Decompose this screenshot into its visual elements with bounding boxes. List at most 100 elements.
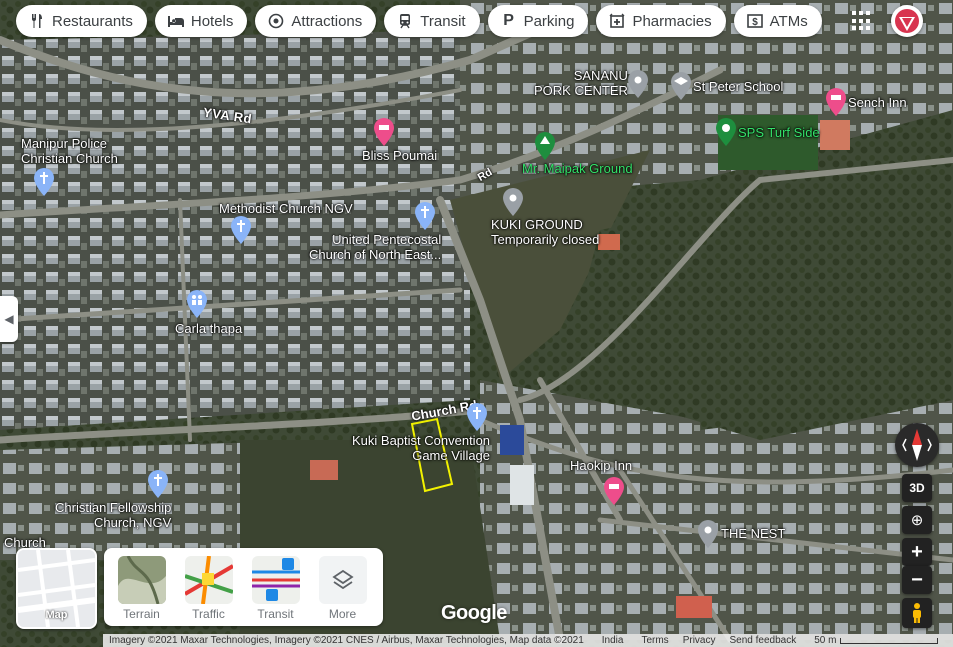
chip-restaurants[interactable]: Restaurants <box>16 5 147 37</box>
layer-transit[interactable]: Transit <box>242 548 309 626</box>
layer-more[interactable]: More <box>309 548 376 626</box>
place-label-christian-fellowship[interactable]: Christian Fellowship Church, NGV <box>55 500 171 530</box>
map-type-toggle[interactable]: Map <box>16 548 97 629</box>
label-line: Christian Church <box>21 151 118 166</box>
place-label-upc[interactable]: United Pentecostal Church of North East.… <box>309 232 441 262</box>
label-line: United Pentecostal <box>332 232 442 247</box>
label-line: Church of North East... <box>309 247 442 262</box>
street-view-pegman[interactable] <box>902 598 932 628</box>
fork-knife-icon <box>28 12 46 30</box>
label-line: Kuki Baptist Convention <box>352 433 491 448</box>
google-logo: Google <box>441 602 507 624</box>
chip-label: Parking <box>523 12 575 30</box>
place-label-bliss-poumai[interactable]: Bliss Poumai <box>362 148 437 163</box>
place-pin[interactable] <box>628 70 648 98</box>
scale-bar <box>840 637 939 644</box>
transit-icon <box>251 556 300 604</box>
school-pin[interactable] <box>671 72 691 100</box>
minimap-label: Map <box>45 609 68 621</box>
place-pin[interactable] <box>503 188 523 216</box>
chip-label: Transit <box>420 12 466 30</box>
send-feedback-link[interactable]: Send feedback <box>729 635 796 646</box>
layer-label: Terrain <box>123 607 160 621</box>
park-pin[interactable] <box>535 132 555 160</box>
imagery-attribution: Imagery ©2021 Maxar Technologies, Imager… <box>109 635 584 646</box>
chip-atms[interactable]: $ ATMs <box>733 5 822 37</box>
church-pin[interactable] <box>148 470 168 498</box>
place-label-maipak-ground[interactable]: Mr. Maipak Ground <box>522 161 633 176</box>
three-d-button[interactable]: 3D <box>902 474 932 502</box>
parking-icon: P <box>503 12 514 29</box>
layer-label: More <box>328 607 357 621</box>
church-pin[interactable] <box>231 216 251 244</box>
place-label-kuki-baptist[interactable]: Kuki Baptist Convention Game Village <box>352 433 490 463</box>
terrain-icon <box>117 556 166 604</box>
label-line: Game Village <box>412 448 491 463</box>
bed-icon <box>167 12 185 30</box>
my-location-button[interactable]: ⊕ <box>902 506 932 534</box>
place-label-st-peter-school[interactable]: St Peter School <box>693 79 783 94</box>
place-label-sench-inn[interactable]: Sench Inn <box>848 95 907 110</box>
hotel-pin[interactable] <box>374 118 394 146</box>
park-pin[interactable] <box>716 118 736 146</box>
layers-icon <box>318 556 367 604</box>
place-label-carla-thapa[interactable]: Carla thapa <box>175 321 242 336</box>
zoom-in-button[interactable]: + <box>902 538 932 566</box>
place-label-manipur-police[interactable]: Manipur Police Christian Church <box>21 136 118 166</box>
chip-transit[interactable]: Transit <box>384 5 480 37</box>
my-location-icon: ⊕ <box>910 512 924 529</box>
avatar[interactable] <box>891 5 923 37</box>
compass-icon <box>902 429 932 461</box>
train-icon <box>396 12 414 30</box>
camera-icon <box>267 12 285 30</box>
pharmacy-icon <box>608 12 626 30</box>
chip-hotels[interactable]: Hotels <box>154 5 248 37</box>
place-label-sananu[interactable]: SANANU PORK CENTER <box>534 68 628 98</box>
label-line: SANANU <box>573 68 628 83</box>
place-label-the-nest[interactable]: THE NEST <box>721 526 785 541</box>
church-pin[interactable] <box>467 403 487 431</box>
chip-label: Hotels <box>190 12 234 30</box>
place-pin[interactable] <box>698 520 718 548</box>
church-pin[interactable] <box>34 168 54 196</box>
place-label-haokip-inn[interactable]: Haokip Inn <box>570 458 632 473</box>
label-line: PORK CENTER <box>534 83 628 98</box>
chip-pharmacies[interactable]: Pharmacies <box>596 5 726 37</box>
place-label-sps-turf[interactable]: SPS Turf Side <box>738 125 820 140</box>
hotel-pin[interactable] <box>826 88 846 116</box>
privacy-link[interactable]: Privacy <box>683 635 716 646</box>
chip-attractions[interactable]: Attractions <box>255 5 377 37</box>
layer-traffic[interactable]: Traffic <box>175 548 242 626</box>
compass-button[interactable] <box>895 423 939 467</box>
terms-link[interactable]: Terms <box>641 635 668 646</box>
traffic-icon <box>184 556 233 604</box>
chip-label: ATMs <box>769 12 808 30</box>
pegman-icon <box>913 603 921 623</box>
label-line: KUKI GROUND <box>491 217 583 232</box>
scale-label[interactable]: 50 m <box>814 635 836 646</box>
chevron-left-icon: ◀ <box>4 312 14 326</box>
label-line: Manipur Police <box>21 136 107 151</box>
community-pin[interactable] <box>187 290 207 318</box>
atm-icon: $ <box>746 12 764 30</box>
country-link[interactable]: India <box>602 635 624 646</box>
apps-grid-icon[interactable] <box>852 11 872 31</box>
chip-label: Pharmacies <box>632 12 712 30</box>
chip-parking[interactable]: P Parking <box>487 5 589 37</box>
expand-side-panel-button[interactable]: ◀ <box>0 296 18 342</box>
status-label: Temporarily closed <box>491 232 600 247</box>
layers-panel: Terrain Traffic Transit More <box>104 548 383 626</box>
category-chips: Restaurants Hotels Attractions Transit P… <box>16 5 822 37</box>
label-line: Church, NGV <box>94 515 172 530</box>
place-label-kuki-ground[interactable]: KUKI GROUND Temporarily closed <box>491 217 599 247</box>
attribution-footer: Imagery ©2021 Maxar Technologies, Imager… <box>103 634 953 647</box>
layer-label: Traffic <box>192 607 225 621</box>
layer-terrain[interactable]: Terrain <box>108 548 175 626</box>
place-label-methodist-church[interactable]: Methodist Church NGV <box>219 201 353 216</box>
church-pin[interactable] <box>415 202 435 230</box>
hotel-pin[interactable] <box>604 477 624 505</box>
chip-label: Attractions <box>291 12 363 30</box>
zoom-out-button[interactable]: − <box>902 566 932 594</box>
layer-label: Transit <box>257 607 294 621</box>
svg-text:$: $ <box>752 17 758 28</box>
